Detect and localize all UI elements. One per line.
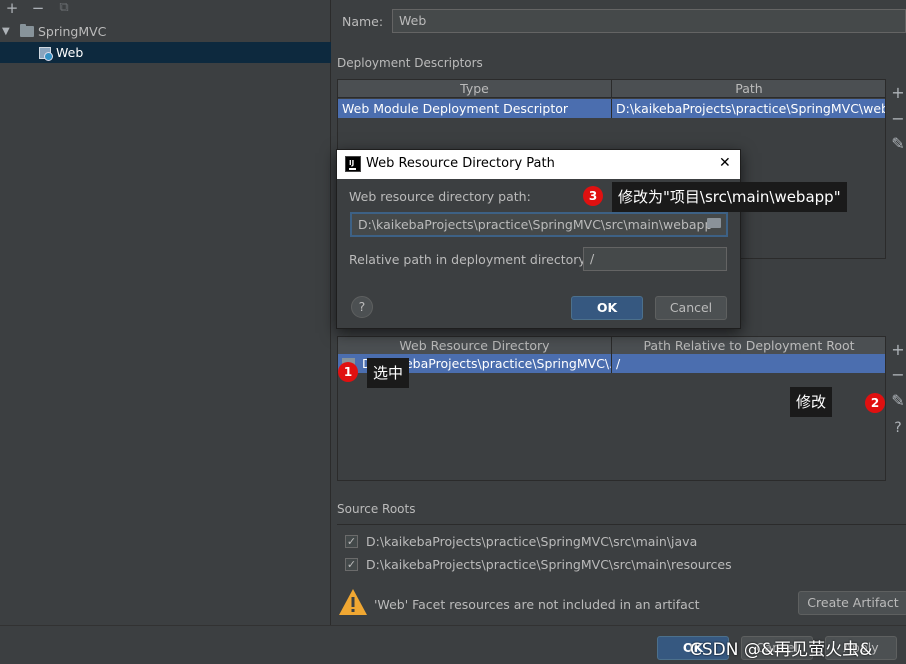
web-facet-icon bbox=[39, 47, 53, 61]
relative-path-input[interactable]: / bbox=[583, 247, 727, 271]
watermark: CSDN @&再见萤火虫& bbox=[690, 640, 873, 660]
remove-icon[interactable]: − bbox=[30, 0, 46, 16]
warning-text: 'Web' Facet resources are not included i… bbox=[374, 597, 700, 612]
remove-resource-icon[interactable]: − bbox=[889, 366, 906, 384]
copy-icon[interactable]: ⧉ bbox=[56, 0, 72, 16]
name-input[interactable]: Web bbox=[392, 9, 906, 33]
annotation-badge-2: 2 bbox=[865, 393, 885, 413]
table-header: Type Path bbox=[338, 80, 885, 98]
module-folder-icon bbox=[20, 24, 34, 37]
source-roots-label: Source Roots bbox=[337, 502, 416, 516]
expand-arrow-icon[interactable]: ▼ bbox=[2, 21, 10, 42]
close-icon[interactable]: ✕ bbox=[719, 155, 731, 171]
create-artifact-button[interactable]: Create Artifact bbox=[798, 591, 906, 615]
dialog-button-bar: OK Cancel Apply CSDN @&再见萤火虫& bbox=[0, 625, 906, 664]
deployment-descriptors-label: Deployment Descriptors bbox=[337, 56, 483, 70]
browse-folder-icon[interactable] bbox=[707, 218, 721, 228]
path-label: Web resource directory path: bbox=[349, 189, 531, 204]
column-header-path[interactable]: Path bbox=[612, 80, 886, 98]
help-icon[interactable]: ? bbox=[889, 419, 906, 437]
add-descriptor-icon[interactable]: + bbox=[889, 84, 906, 102]
remove-descriptor-icon[interactable]: − bbox=[889, 110, 906, 128]
tree-item-springmvc[interactable]: ▼ SpringMVC bbox=[0, 21, 331, 42]
dialog-title: Web Resource Directory Path bbox=[366, 156, 555, 171]
annotation-tip-3: 修改为"项目\src\main\webapp" bbox=[612, 182, 847, 212]
help-button[interactable]: ? bbox=[351, 296, 373, 318]
facet-tree-panel: + − ⧉ ▼ SpringMVC Web bbox=[0, 0, 331, 625]
column-header-path-relative[interactable]: Path Relative to Deployment Root bbox=[612, 337, 886, 355]
name-label: Name: bbox=[342, 14, 384, 29]
annotation-badge-1: 1 bbox=[338, 362, 358, 382]
edit-resource-icon[interactable]: ✎ bbox=[889, 392, 906, 410]
intellij-logo-icon: IJ bbox=[345, 156, 361, 172]
dialog-ok-button[interactable]: OK bbox=[571, 296, 643, 320]
tree-item-label: SpringMVC bbox=[38, 24, 107, 39]
annotation-tip-1: 选中 bbox=[367, 358, 410, 388]
path-input[interactable]: D:\kaikebaProjects\practice\SpringMVC\sr… bbox=[350, 212, 728, 237]
tree-item-web[interactable]: Web bbox=[0, 42, 331, 63]
annotation-tip-2: 修改 bbox=[790, 387, 833, 417]
source-root-path: D:\kaikebaProjects\practice\SpringMVC\sr… bbox=[366, 534, 698, 549]
dialog-title-bar[interactable]: IJ Web Resource Directory Path ✕ bbox=[337, 150, 740, 179]
column-header-web-resource-directory[interactable]: Web Resource Directory bbox=[338, 337, 612, 355]
tree-item-label: Web bbox=[56, 45, 84, 60]
dialog-cancel-button[interactable]: Cancel bbox=[655, 296, 727, 320]
add-resource-icon[interactable]: + bbox=[889, 341, 906, 359]
web-resource-path-dialog: IJ Web Resource Directory Path ✕ Web res… bbox=[336, 149, 741, 329]
source-root-path: D:\kaikebaProjects\practice\SpringMVC\sr… bbox=[366, 557, 732, 572]
table-cell: / bbox=[616, 356, 621, 371]
list-item[interactable]: ✓ D:\kaikebaProjects\practice\SpringMVC\… bbox=[345, 534, 905, 550]
source-roots-list: ✓ D:\kaikebaProjects\practice\SpringMVC\… bbox=[337, 524, 906, 576]
column-header-type[interactable]: Type bbox=[338, 80, 612, 98]
warning-icon bbox=[339, 589, 367, 615]
table-row[interactable]: D:\kaikebaProjects\practice\SpringMVC\..… bbox=[338, 354, 885, 373]
annotation-badge-3: 3 bbox=[583, 186, 603, 206]
checkbox[interactable]: ✓ bbox=[345, 558, 358, 571]
edit-descriptor-icon[interactable]: ✎ bbox=[889, 135, 906, 153]
checkbox[interactable]: ✓ bbox=[345, 535, 358, 548]
table-header: Web Resource Directory Path Relative to … bbox=[338, 337, 885, 355]
table-row[interactable]: Web Module Deployment Descriptor D:\kaik… bbox=[338, 99, 885, 118]
table-cell: Web Module Deployment Descriptor bbox=[338, 99, 612, 118]
list-item[interactable]: ✓ D:\kaikebaProjects\practice\SpringMVC\… bbox=[345, 557, 905, 573]
add-icon[interactable]: + bbox=[4, 0, 20, 16]
relative-path-label: Relative path in deployment directory: bbox=[349, 252, 590, 267]
table-cell: D:\kaikebaProjects\practice\SpringMVC\we… bbox=[616, 101, 885, 116]
